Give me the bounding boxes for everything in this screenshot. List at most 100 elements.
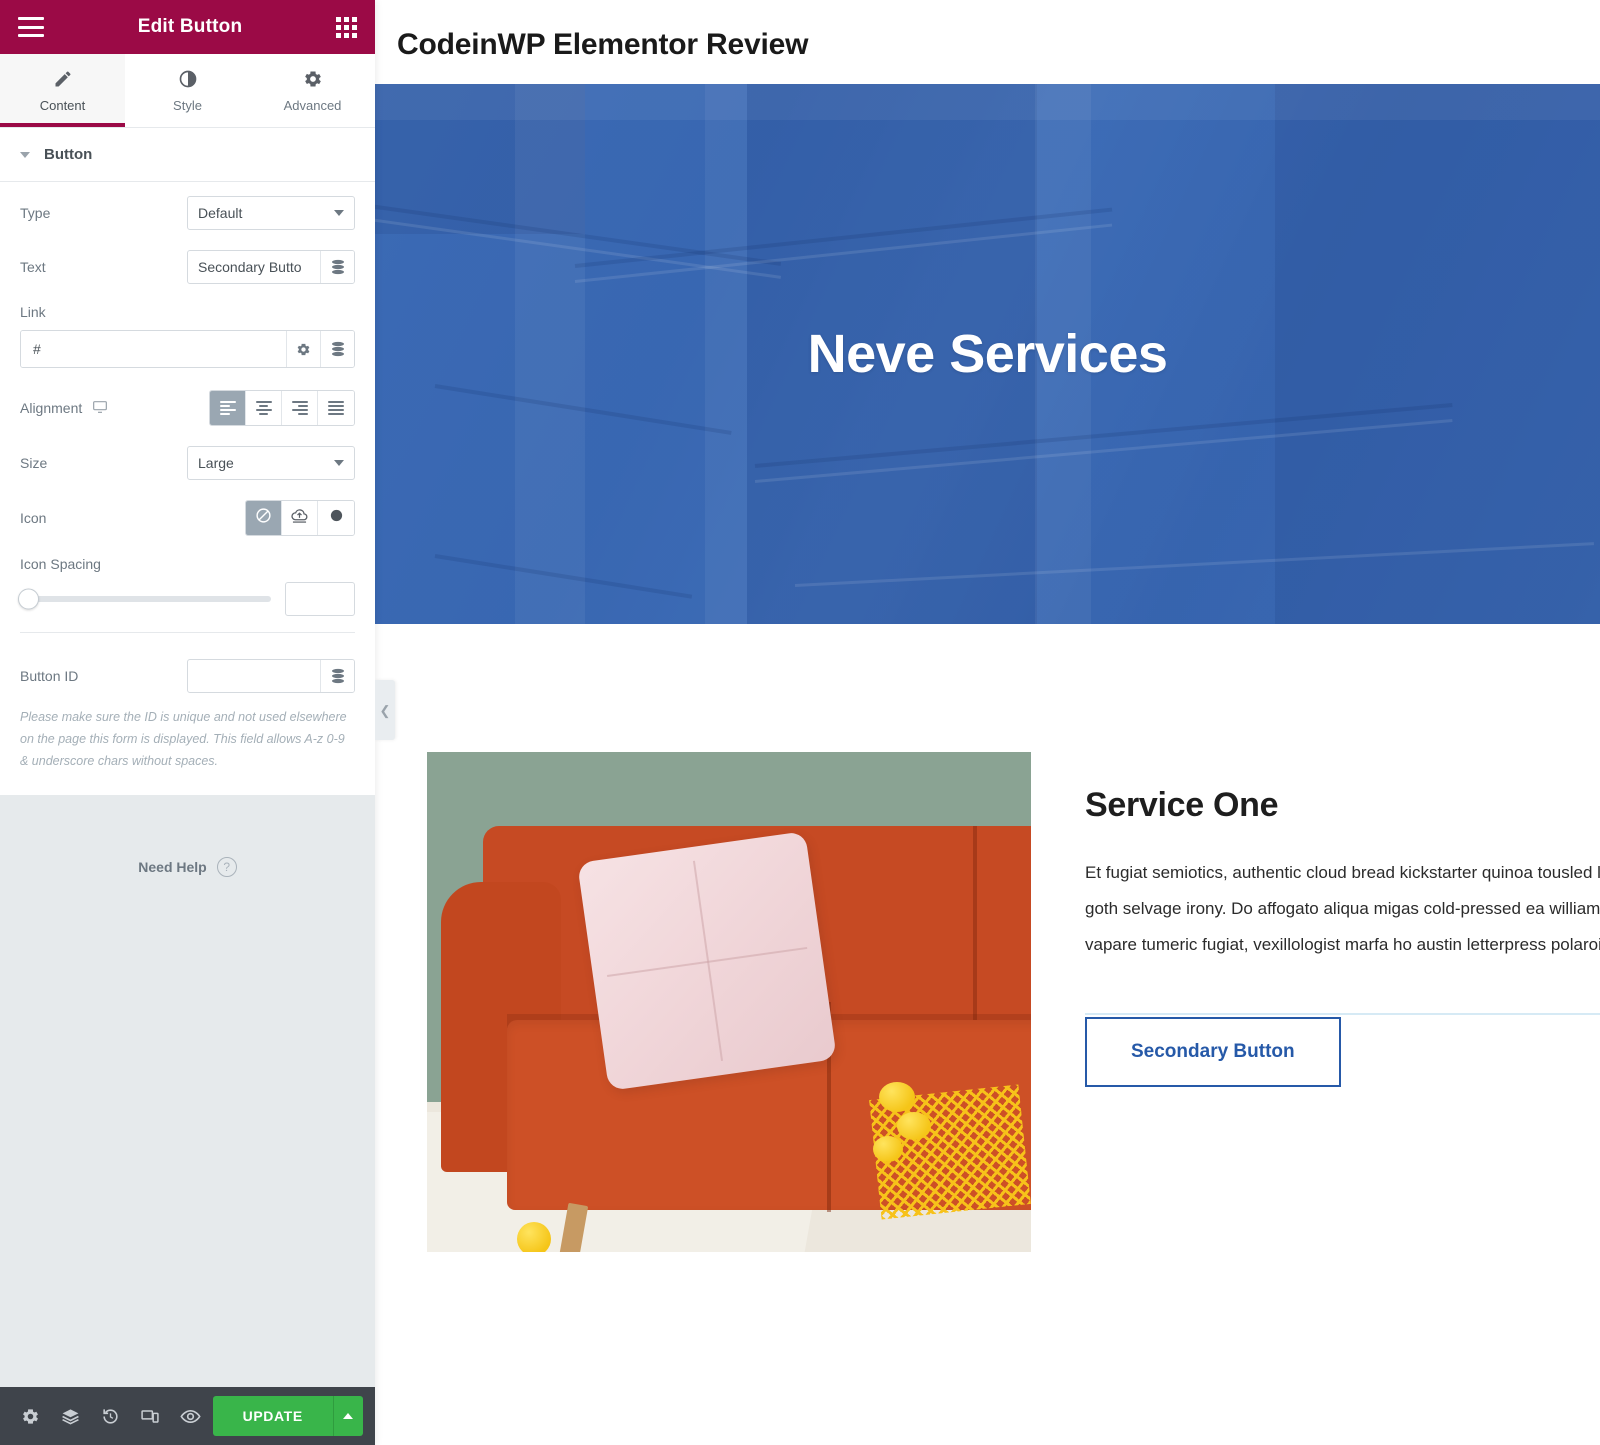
icon-spacing-slider[interactable] (18, 588, 271, 610)
slider-knob[interactable] (18, 588, 39, 610)
panel-header: Edit Button (0, 0, 375, 54)
filled-circle-icon (329, 508, 344, 528)
widget-selection-line (1085, 1013, 1600, 1016)
dynamic-tag-icon[interactable] (320, 251, 354, 283)
control-alignment-label: Alignment (20, 399, 209, 418)
alignment-choices (209, 390, 355, 426)
icon-library-button[interactable] (318, 501, 354, 535)
contrast-icon (178, 68, 198, 90)
section-button-header[interactable]: Button (0, 128, 375, 182)
desktop-icon[interactable] (92, 399, 108, 418)
tab-content-label: Content (39, 98, 86, 113)
hamburger-icon[interactable] (18, 17, 44, 37)
align-justify-icon (328, 401, 344, 415)
update-options-chevron-up-icon[interactable] (332, 1396, 363, 1436)
tab-advanced[interactable]: Advanced (250, 54, 375, 127)
control-text-label: Text (20, 259, 46, 275)
service-section: Service One Et fugiat semiotics, authent… (375, 624, 1600, 1252)
pink-pillow (577, 831, 837, 1091)
align-center-button[interactable] (246, 391, 282, 425)
link-input-group (20, 330, 355, 368)
panel-footer: UPDATE (0, 1387, 375, 1445)
lemon (879, 1082, 915, 1112)
icon-none-button[interactable] (246, 501, 282, 535)
page-title: CodeinWP Elementor Review (397, 28, 809, 61)
gear-icon (303, 68, 323, 90)
tab-content[interactable]: Content (0, 54, 125, 127)
need-help-label: Need Help (138, 858, 207, 875)
chevron-down-icon (334, 210, 344, 216)
alignment-label-text: Alignment (20, 400, 83, 416)
lemon-on-floor (517, 1222, 551, 1252)
control-icon-label: Icon (20, 510, 47, 526)
tab-style[interactable]: Style (125, 54, 250, 127)
panel-collapse-handle[interactable]: ❮ (375, 680, 395, 740)
align-justify-button[interactable] (318, 391, 354, 425)
hero-bg-shape (375, 84, 1600, 120)
control-type: Type Default (20, 196, 355, 230)
controls-divider (20, 632, 355, 633)
service-image (427, 752, 1031, 1252)
lemon (873, 1136, 903, 1162)
text-input-group (187, 250, 355, 284)
dynamic-tag-icon[interactable] (320, 660, 354, 692)
size-select[interactable]: Large (187, 446, 355, 480)
question-circle-icon: ? (216, 856, 237, 877)
button-controls: Type Default Text Secondary Butto Link #… (0, 182, 375, 639)
panel-tabs: Content Style Advanced (0, 54, 375, 128)
service-heading: Service One (1085, 786, 1279, 824)
responsive-mode-icon[interactable] (132, 1397, 168, 1435)
type-select[interactable]: Default (187, 196, 355, 230)
control-type-label: Type (20, 205, 51, 221)
need-help-link[interactable]: Need Help ? (138, 856, 237, 877)
preview-canvas: ❮ CodeinWP Elementor Review Neve Service… (375, 0, 1600, 1445)
history-revisions-icon[interactable] (92, 1397, 128, 1435)
lemon (897, 1112, 931, 1140)
preview-eye-icon[interactable] (173, 1397, 209, 1435)
align-right-icon (291, 401, 308, 415)
control-alignment: Alignment (20, 390, 355, 426)
align-center-icon (255, 401, 272, 415)
icon-upload-svg-button[interactable] (282, 501, 318, 535)
no-entry-icon (255, 507, 272, 529)
control-button-id: Button ID Please make sure the ID is uni… (0, 639, 375, 795)
text-input[interactable] (188, 251, 320, 283)
link-input[interactable] (21, 331, 286, 367)
sofa-back-seam (973, 826, 977, 1036)
link-options-gear-icon[interactable] (286, 331, 320, 367)
control-icon-spacing-label: Icon Spacing (20, 556, 101, 572)
apps-grid-icon[interactable] (336, 16, 357, 38)
control-icon: Icon (20, 500, 355, 536)
size-select-value: Large (198, 455, 234, 471)
hero-bg-shape (515, 84, 585, 624)
button-id-input-group (187, 659, 355, 693)
button-id-note: Please make sure the ID is unique and no… (20, 710, 347, 768)
control-icon-spacing: Icon Spacing (18, 556, 355, 616)
navigator-layers-icon[interactable] (52, 1397, 88, 1435)
pencil-icon (53, 68, 73, 90)
dynamic-tag-icon[interactable] (320, 331, 354, 367)
chevron-down-icon (20, 151, 30, 158)
icon-choices (245, 500, 355, 536)
hero-bg-shape (1275, 84, 1600, 624)
elementor-panel: Edit Button Content Style Advanced Butto… (0, 0, 375, 1445)
panel-title: Edit Button (137, 16, 243, 37)
secondary-button[interactable]: Secondary Button (1085, 1017, 1341, 1088)
section-button-title: Button (44, 146, 93, 163)
chevron-down-icon (334, 460, 344, 466)
align-left-button[interactable] (210, 391, 246, 425)
chevron-left-icon: ❮ (379, 702, 391, 718)
update-button[interactable]: UPDATE (212, 1396, 333, 1436)
icon-spacing-value-input[interactable] (285, 582, 355, 616)
button-id-input[interactable] (188, 660, 320, 692)
service-text-block: Service One Et fugiat semiotics, authent… (1085, 752, 1600, 1088)
upload-cloud-icon (290, 507, 309, 529)
update-button-group: UPDATE (212, 1396, 363, 1436)
settings-gear-icon[interactable] (12, 1397, 48, 1435)
control-link: Link (20, 304, 355, 368)
control-button-id-label: Button ID (20, 668, 79, 684)
hero-heading: Neve Services (807, 324, 1168, 384)
preview-bottom-strip (375, 1431, 1600, 1445)
icon-spacing-slider-row (18, 582, 355, 616)
align-right-button[interactable] (282, 391, 318, 425)
